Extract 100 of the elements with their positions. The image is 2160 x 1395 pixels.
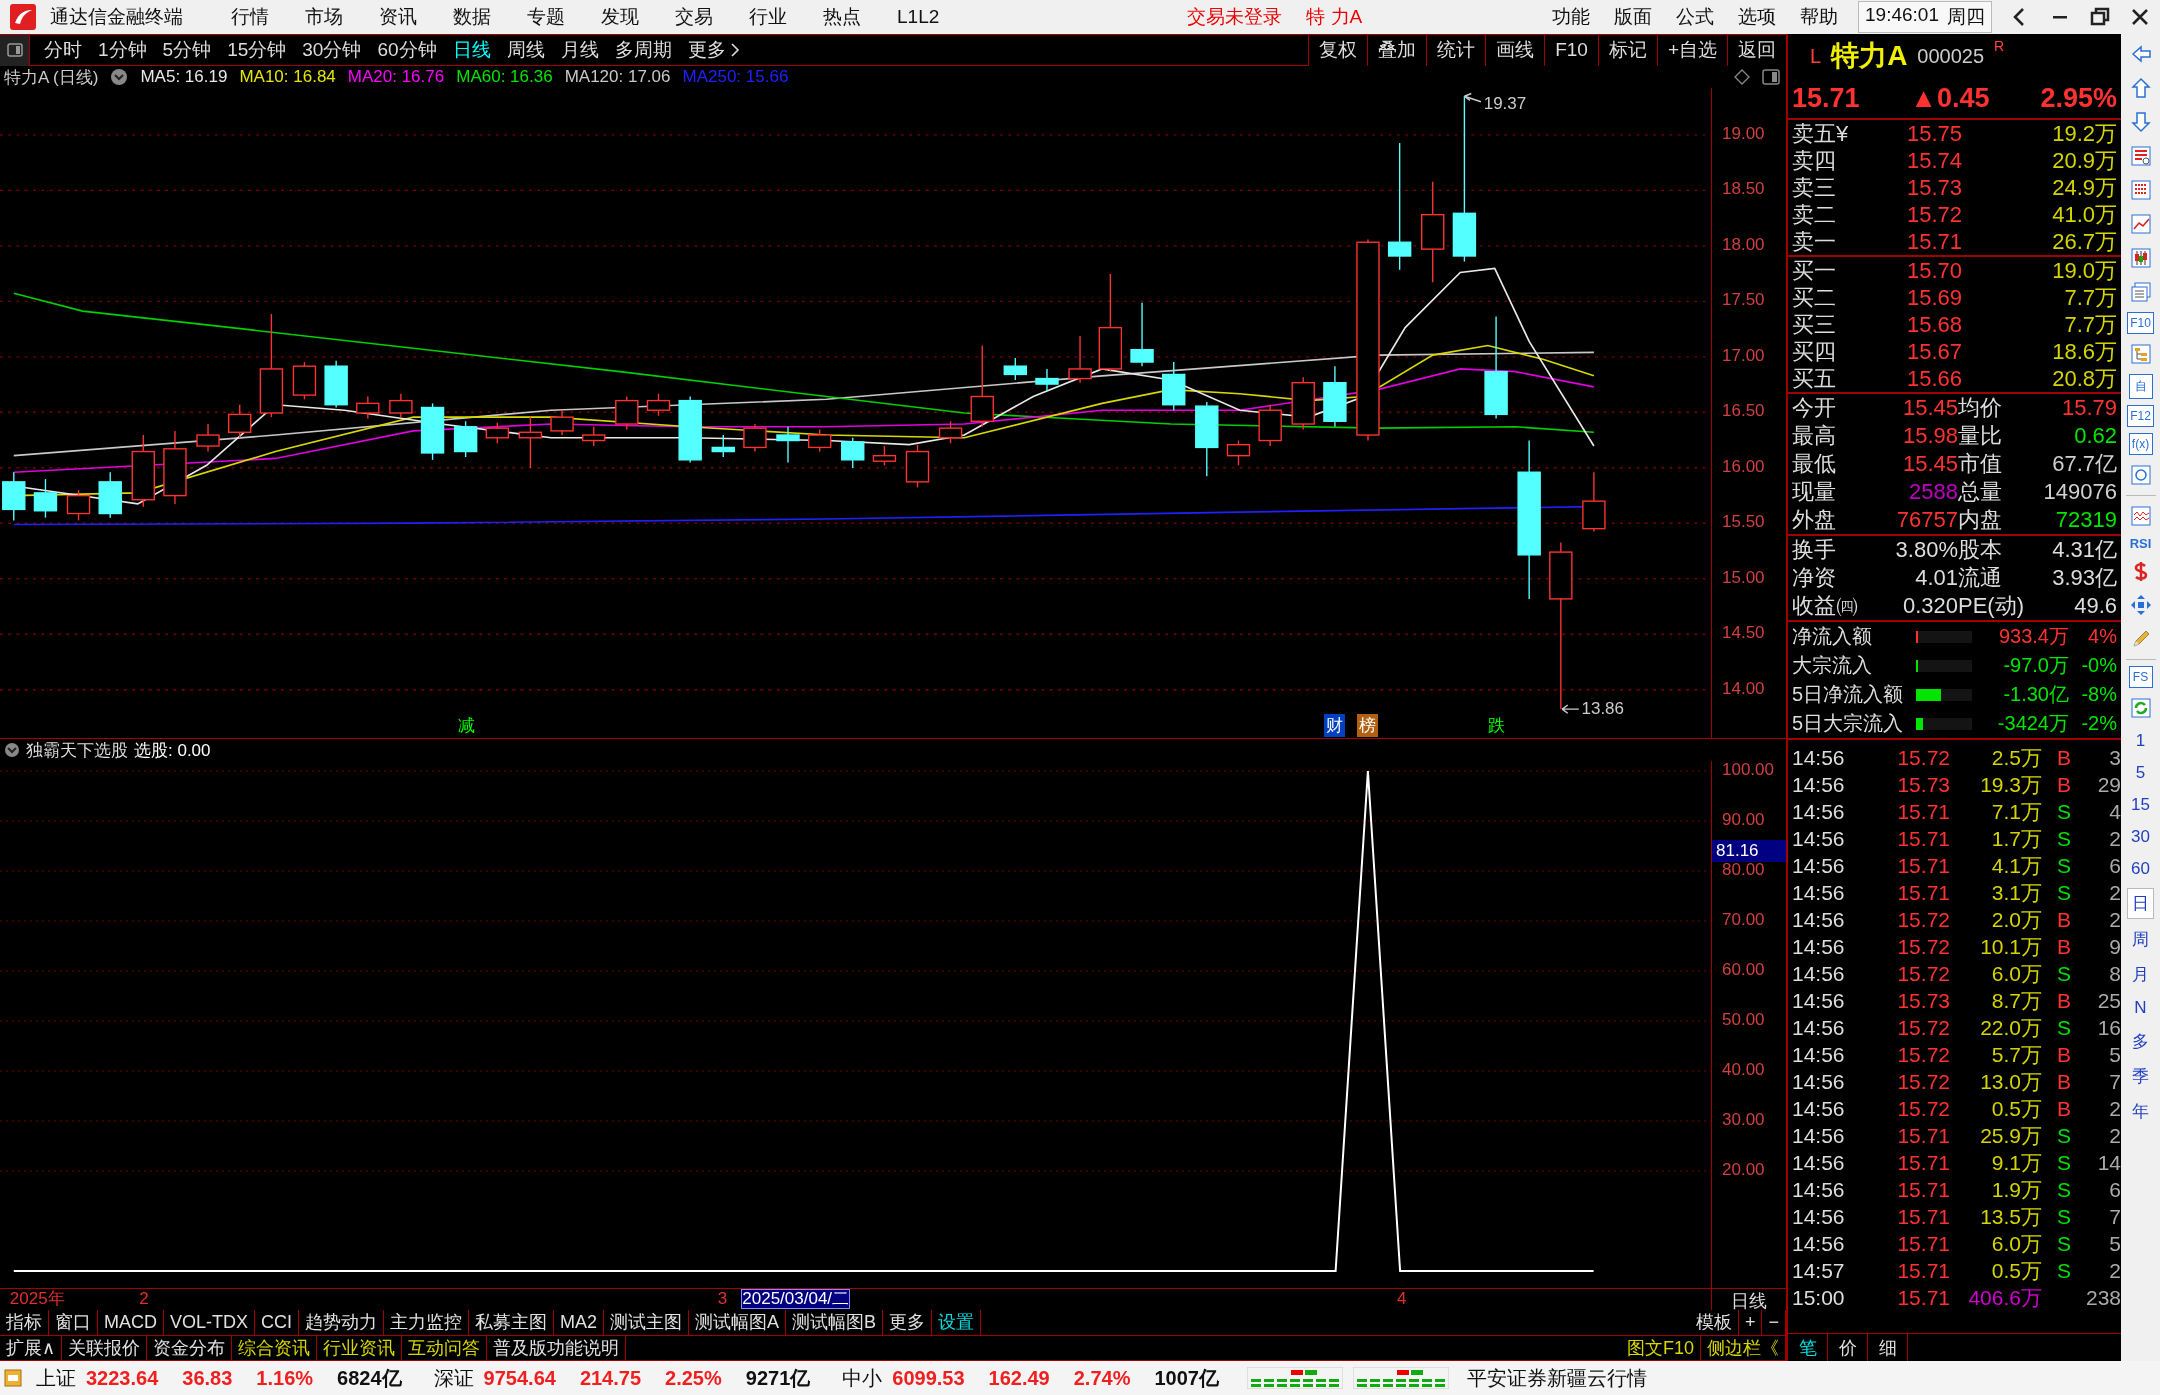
move-arrows-icon[interactable]: [2129, 594, 2152, 616]
stat-label: 换手: [1792, 536, 1837, 564]
trade-side: S: [2056, 853, 2072, 878]
trade-side: S: [2056, 961, 2072, 986]
menu-item[interactable]: 交易: [657, 4, 731, 30]
trade-side: B: [2056, 1069, 2072, 1094]
toolbar-button[interactable]: FS: [2128, 666, 2153, 688]
trade-side: S: [2056, 1150, 2072, 1175]
axis-label: 19.00: [1722, 123, 1765, 144]
menu-item[interactable]: 版面: [1602, 4, 1665, 30]
menu-item[interactable]: 选项: [1726, 4, 1789, 30]
period-button[interactable]: 多: [2128, 1027, 2153, 1056]
arrow-down-icon[interactable]: [2129, 111, 2152, 133]
candlestick: [196, 423, 220, 453]
period-tab[interactable]: 分时: [36, 37, 90, 63]
wave-chart-icon[interactable]: [2129, 505, 2152, 527]
order-level: 卖五¥: [1792, 119, 1850, 148]
toolbar-button[interactable]: +自选: [1656, 34, 1727, 66]
period-button[interactable]: 年: [2128, 1097, 2153, 1126]
axis-label: 16.50: [1722, 401, 1765, 422]
flow-label: 净流入额: [1792, 624, 1873, 649]
trade-price: 15.71: [1896, 1123, 1950, 1148]
toolbar-button[interactable]: F12: [2127, 405, 2154, 427]
toolbar-button[interactable]: 复权: [1308, 34, 1368, 66]
trade-volume: 5.7万: [1990, 1041, 2042, 1068]
period-button[interactable]: 60: [2127, 856, 2154, 882]
login-status[interactable]: 交易未登录: [1187, 4, 1283, 30]
toolbar-button[interactable]: 画线: [1485, 34, 1545, 66]
toolbar-button[interactable]: 标记: [1597, 34, 1657, 66]
toolbar-button[interactable]: F10: [1544, 34, 1598, 66]
period-button[interactable]: 季: [2128, 1062, 2153, 1091]
dropdown-icon[interactable]: [110, 68, 129, 86]
toolbar-button[interactable]: f(x): [2128, 433, 2153, 455]
period-button[interactable]: 日: [2127, 888, 2154, 919]
trade-count: 2: [2108, 1123, 2122, 1148]
period-tab[interactable]: 1分钟: [90, 37, 155, 63]
index-percent: 2.74%: [1073, 1366, 1131, 1390]
ma-value: MA250: 15.66: [682, 67, 789, 87]
menu-item[interactable]: 发现: [583, 4, 657, 30]
period-button[interactable]: 1: [2131, 728, 2150, 754]
toolbar-button[interactable]: 统计: [1426, 34, 1486, 66]
grid-icon[interactable]: [2129, 179, 2152, 201]
period-button[interactable]: 30: [2127, 824, 2154, 850]
toolbar-button[interactable]: 返回: [1727, 34, 1786, 66]
menu-item[interactable]: 功能: [1540, 4, 1603, 30]
arrow-left-icon[interactable]: [2129, 43, 2152, 65]
table-icon[interactable]: [2129, 145, 2152, 167]
cursor-value-label: 81.16: [1712, 840, 1786, 862]
order-price: 15.69: [1905, 284, 1962, 311]
toolbar-button[interactable]: RSI: [2129, 536, 2152, 551]
period-button[interactable]: 周: [2128, 925, 2153, 954]
trade-count: 6: [2108, 853, 2122, 878]
toolbar-button[interactable]: 自: [2128, 374, 2153, 399]
stat-value: 67.7亿: [2051, 450, 2117, 478]
event-marker: 减: [456, 715, 476, 737]
menu-item[interactable]: 市场: [287, 4, 361, 30]
panel-icon[interactable]: [1762, 69, 1780, 85]
refresh-icon[interactable]: [2129, 697, 2152, 719]
menu-item[interactable]: 公式: [1664, 4, 1727, 30]
trade-volume: 3.1万: [1990, 879, 2042, 906]
menu-item[interactable]: 行业: [731, 4, 805, 30]
period-tab[interactable]: 多周期: [606, 37, 680, 63]
period-tab[interactable]: 15分钟: [219, 37, 295, 63]
order-volume: 7.7万: [2063, 283, 2117, 312]
period-tab[interactable]: 5分钟: [154, 37, 220, 63]
period-button[interactable]: 15: [2127, 792, 2154, 818]
menu-item[interactable]: 帮助: [1788, 4, 1851, 30]
menu-item[interactable]: 热点: [805, 4, 879, 30]
stat-value: 3.80%: [1894, 537, 1958, 563]
diamond-icon[interactable]: [1734, 69, 1750, 85]
trade-count: 238: [2086, 1285, 2122, 1310]
menu-item[interactable]: 行情: [213, 4, 287, 30]
flow-label: 5日大宗流入: [1792, 711, 1905, 736]
period-tab[interactable]: 月线: [552, 37, 607, 63]
documents-icon[interactable]: [2129, 281, 2152, 303]
trade-price: 15.73: [1896, 772, 1950, 797]
menu-item[interactable]: 资讯: [361, 4, 435, 30]
toolbar-button[interactable]: 叠加: [1367, 34, 1427, 66]
candlestick: [420, 402, 445, 461]
period-button[interactable]: 月: [2128, 960, 2153, 989]
trade-price: 15.71: [1896, 1285, 1950, 1310]
period-button[interactable]: 5: [2131, 760, 2150, 786]
more-button[interactable]: 更多: [679, 37, 748, 63]
panel-toggle-button[interactable]: [0, 34, 30, 66]
collapse-icon[interactable]: [4, 742, 20, 758]
period-button[interactable]: N: [2130, 995, 2151, 1021]
period-tab[interactable]: 30分钟: [294, 37, 370, 63]
toolbar-button[interactable]: F10: [2127, 312, 2154, 334]
candlestick-icon[interactable]: [2129, 247, 2152, 269]
arrow-up-icon[interactable]: [2129, 77, 2152, 99]
period-tab[interactable]: 日线: [444, 37, 499, 63]
menu-item[interactable]: L1L2: [879, 6, 958, 28]
period-tab[interactable]: 周线: [498, 37, 553, 63]
order-level: 买三: [1792, 310, 1837, 339]
menu-item[interactable]: 数据: [435, 4, 509, 30]
menu-item[interactable]: 专题: [509, 4, 583, 30]
period-tab[interactable]: 60分钟: [369, 37, 445, 63]
trade-count: 14: [2096, 1150, 2122, 1175]
app-logo-icon: [10, 4, 36, 30]
line-chart-icon[interactable]: [2129, 213, 2152, 235]
